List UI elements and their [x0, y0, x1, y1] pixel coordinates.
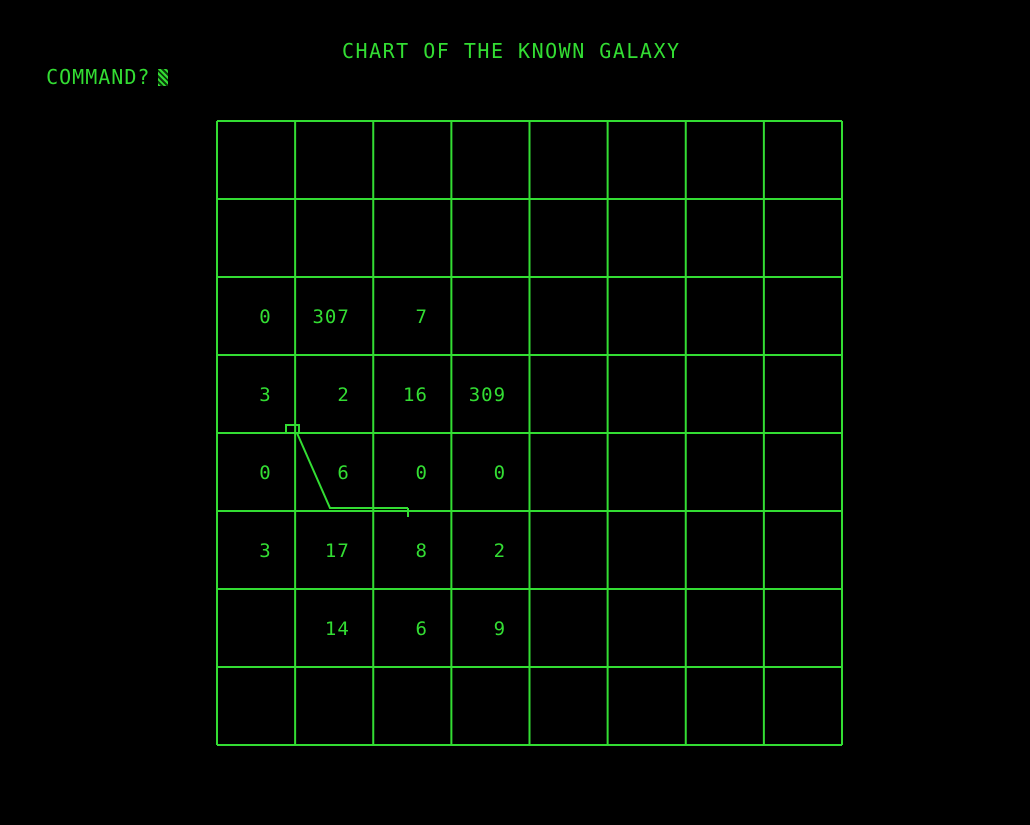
sector-value: 9 [494, 618, 506, 640]
sector-value: 2 [494, 540, 506, 562]
sector-value: 3 [259, 540, 271, 562]
sector-value: 3 [259, 384, 271, 406]
sector-value: 14 [325, 618, 350, 640]
sector-value: 6 [415, 618, 427, 640]
sector-value: 309 [469, 384, 506, 406]
sector-value: 16 [403, 384, 428, 406]
sector-value: 17 [325, 540, 350, 562]
sector-value: 307 [312, 306, 349, 328]
ship-icon [285, 424, 300, 434]
galaxy-chart: 0 307 7 3 2 16 309 0 6 0 0 3 17 8 2 14 6 9 [216, 120, 843, 746]
sector-value: 0 [494, 462, 506, 484]
sector-value: 7 [415, 306, 427, 328]
sector-value: 0 [415, 462, 427, 484]
sector-value: 0 [259, 462, 271, 484]
galaxy-grid [216, 120, 843, 746]
sector-value: 6 [337, 462, 349, 484]
course-line [296, 432, 408, 509]
sector-value: 0 [259, 306, 271, 328]
sector-value: 2 [337, 384, 349, 406]
sector-value: 8 [415, 540, 427, 562]
